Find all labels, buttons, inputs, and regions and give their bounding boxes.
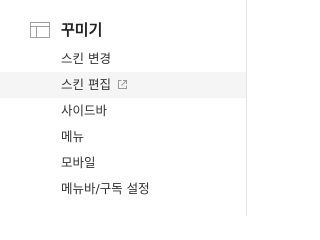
menu-item-sidebar[interactable]: 사이드바 (0, 98, 246, 124)
menu-item-mobile[interactable]: 모바일 (0, 150, 246, 176)
sidebar-panel: 꾸미기 스킨 변경 스킨 편집 사이드바 메뉴 모바일 메뉴바/구독 설정 (0, 0, 246, 216)
menu-item-skin-edit[interactable]: 스킨 편집 (0, 72, 246, 98)
menu-item-label: 모바일 (61, 155, 96, 170)
external-link-icon (117, 77, 128, 89)
layout-icon (30, 22, 50, 38)
menu-item-skin-change[interactable]: 스킨 변경 (0, 46, 246, 72)
menu-item-label: 메뉴바/구독 설정 (61, 181, 150, 196)
menu-item-label: 스킨 변경 (61, 51, 111, 66)
section-title: 꾸미기 (61, 21, 103, 39)
menu-item-label-wrap: 스킨 편집 (61, 76, 128, 94)
panel-divider (246, 0, 247, 216)
menu-item-label: 메뉴 (61, 129, 85, 144)
menu-item-label: 사이드바 (61, 103, 108, 118)
section-header: 꾸미기 (0, 16, 246, 46)
menu-item-menu[interactable]: 메뉴 (0, 124, 246, 150)
menu-item-menubar-subscribe[interactable]: 메뉴바/구독 설정 (0, 176, 246, 202)
menu-item-label: 스킨 편집 (61, 77, 111, 92)
